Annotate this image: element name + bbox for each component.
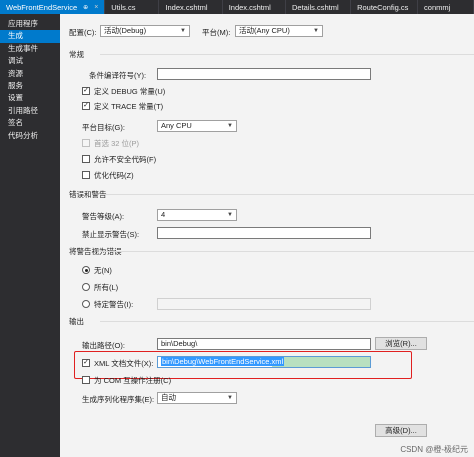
- sidebar-item-debug[interactable]: 调试: [0, 55, 60, 67]
- tab-utils-cs[interactable]: Utils.cs: [105, 0, 160, 14]
- treat-warnings-all-radio[interactable]: [82, 283, 90, 291]
- pin-icon[interactable]: ⊕: [83, 4, 88, 11]
- chevron-down-icon: ▼: [313, 28, 319, 34]
- register-com-checkbox[interactable]: [82, 376, 90, 384]
- tab-label: RouteConfig.cs: [357, 2, 409, 12]
- selection-overflow: [272, 357, 370, 367]
- treat-warnings-specific-radio[interactable]: [82, 300, 90, 308]
- warning-level-value: 4: [161, 210, 166, 219]
- configuration-value: 活动(Debug): [104, 26, 147, 35]
- sidebar-item-build[interactable]: 生成: [0, 30, 60, 43]
- treat-warnings-none-label: 无(N): [94, 266, 112, 275]
- output-path-input[interactable]: bin\Debug\: [157, 338, 371, 350]
- sidebar-item-reference-paths[interactable]: 引用路径: [0, 105, 60, 117]
- platform-dropdown[interactable]: 活动(Any CPU) ▼: [235, 25, 323, 37]
- chevron-down-icon: ▼: [227, 123, 233, 129]
- general-section-header: 常规: [60, 49, 474, 60]
- prefer-32bit-checkbox[interactable]: [82, 139, 90, 147]
- sidebar-item-code-analysis[interactable]: 代码分析: [0, 130, 60, 142]
- tab-label: Utils.cs: [111, 2, 136, 12]
- output-path-label: 输出路径(O):: [82, 341, 125, 350]
- suppress-warnings-input[interactable]: [157, 227, 371, 239]
- specific-warnings-input[interactable]: [157, 298, 371, 310]
- tab-label: conmmj: [424, 2, 451, 12]
- configuration-dropdown[interactable]: 活动(Debug) ▼: [100, 25, 190, 37]
- browse-button[interactable]: 浏览(R)...: [375, 337, 427, 350]
- tab-label: Details.cshtml: [291, 2, 339, 12]
- chevron-down-icon: ▼: [227, 212, 233, 218]
- sidebar-item-resources[interactable]: 资源: [0, 68, 60, 80]
- serialization-value: 自动: [161, 393, 176, 402]
- sidebar-item-signing[interactable]: 签名: [0, 117, 60, 129]
- chevron-down-icon: ▼: [227, 395, 233, 401]
- register-com-label: 为 COM 互操作注册(C): [94, 376, 172, 385]
- xml-doc-path-value: bin\Debug\WebFrontEndService.xml: [161, 357, 285, 366]
- sidebar-item-application[interactable]: 应用程序: [0, 18, 60, 30]
- xml-doc-label: XML 文档文件(X):: [94, 359, 154, 368]
- output-section-header: 输出: [60, 316, 474, 327]
- tab-label: WebFrontEndService: [6, 2, 78, 12]
- tab-details-cshtml[interactable]: Details.cshtml: [286, 0, 352, 14]
- warning-level-dropdown[interactable]: 4 ▼: [157, 209, 237, 221]
- define-debug-label: 定义 DEBUG 常量(U): [94, 87, 166, 96]
- tab-label: Index.cshtml: [228, 2, 271, 12]
- conditional-symbols-label: 条件编译符号(Y):: [89, 71, 147, 80]
- xml-doc-checkbox[interactable]: ✓: [82, 359, 90, 367]
- build-settings-panel: 配置(C): 活动(Debug) ▼ 平台(M): 活动(Any CPU) ▼ …: [60, 14, 474, 457]
- platform-target-value: Any CPU: [161, 121, 192, 130]
- define-trace-checkbox[interactable]: ✓: [82, 102, 90, 110]
- treat-warnings-none-radio[interactable]: [82, 266, 90, 274]
- chevron-down-icon: ▼: [180, 28, 186, 34]
- treat-warnings-specific-label: 特定警告(I):: [94, 300, 134, 309]
- tab-index-cshtml-2[interactable]: Index.cshtml: [223, 0, 286, 14]
- conditional-symbols-input[interactable]: [157, 68, 371, 80]
- tab-index-cshtml[interactable]: Index.cshtml: [159, 0, 223, 14]
- suppress-warnings-label: 禁止显示警告(S):: [82, 230, 140, 239]
- tab-routeconfig-cs[interactable]: RouteConfig.cs: [351, 0, 419, 14]
- config-label: 配置(C):: [69, 28, 97, 37]
- project-properties-sidebar: 应用程序 生成 生成事件 调试 资源 服务 设置 引用路径 签名 代码分析: [0, 14, 60, 457]
- sidebar-item-settings[interactable]: 设置: [0, 92, 60, 104]
- close-icon[interactable]: ×: [94, 4, 98, 11]
- tab-label: Index.cshtml: [165, 2, 208, 12]
- serialization-dropdown[interactable]: 自动 ▼: [157, 392, 237, 404]
- define-debug-checkbox[interactable]: ✓: [82, 87, 90, 95]
- platform-target-dropdown[interactable]: Any CPU ▼: [157, 120, 237, 132]
- serialization-label: 生成序列化程序集(E):: [82, 395, 155, 404]
- sidebar-item-build-events[interactable]: 生成事件: [0, 43, 60, 55]
- define-trace-label: 定义 TRACE 常量(T): [94, 102, 164, 111]
- sidebar-item-services[interactable]: 服务: [0, 80, 60, 92]
- treat-warnings-section-header: 将警告视为错误: [60, 246, 474, 257]
- errors-warnings-section-header: 错误和警告: [60, 189, 474, 200]
- treat-warnings-all-label: 所有(L): [94, 283, 119, 292]
- prefer-32bit-label: 首选 32 位(P): [94, 139, 140, 148]
- platform-value: 活动(Any CPU): [239, 26, 290, 35]
- optimize-code-label: 优化代码(Z): [94, 171, 134, 180]
- advanced-button[interactable]: 高级(D)...: [375, 424, 427, 437]
- allow-unsafe-checkbox[interactable]: [82, 155, 90, 163]
- document-tab-bar: WebFrontEndService ⊕ × Utils.cs Index.cs…: [0, 0, 474, 14]
- tab-conmmj[interactable]: conmmj: [418, 0, 474, 14]
- optimize-code-checkbox[interactable]: [82, 171, 90, 179]
- warning-level-label: 警告等级(A):: [82, 212, 125, 221]
- platform-target-label: 平台目标(G):: [82, 123, 125, 132]
- allow-unsafe-label: 允许不安全代码(F): [94, 155, 157, 164]
- xml-doc-path-input[interactable]: bin\Debug\WebFrontEndService.xml: [157, 356, 371, 368]
- tab-webfrontendservice[interactable]: WebFrontEndService ⊕ ×: [0, 0, 106, 14]
- watermark: CSDN @橙-极纪元: [400, 445, 468, 454]
- platform-label: 平台(M):: [202, 28, 231, 37]
